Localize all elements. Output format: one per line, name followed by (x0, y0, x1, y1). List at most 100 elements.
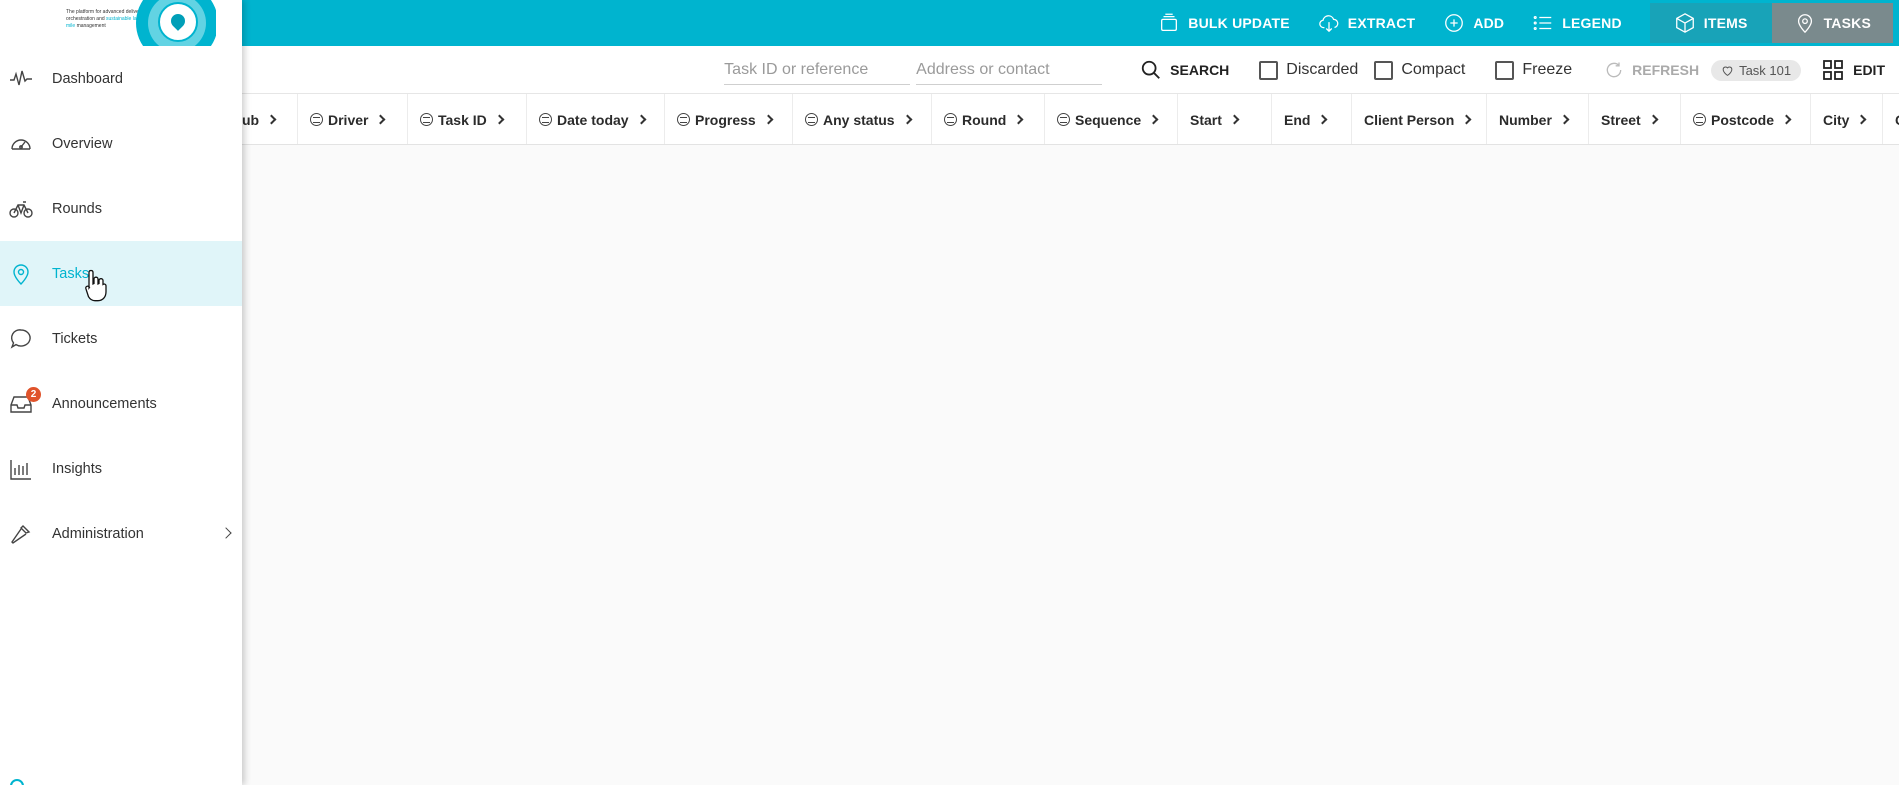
task-id-search-input[interactable] (724, 55, 911, 85)
search-button[interactable]: SEARCH (1130, 59, 1239, 81)
tasks-toggle-button[interactable]: TASKS (1771, 3, 1893, 43)
tagline-line-3: mile (66, 23, 76, 29)
column-header-label: Street (1601, 111, 1641, 128)
column-header-task-id[interactable]: Task ID (408, 94, 527, 144)
column-header-label: Any status (823, 111, 895, 128)
sidebar-item-administration[interactable]: Administration (0, 501, 242, 566)
chevron-right-icon (1148, 114, 1159, 125)
bar-chart-icon (9, 457, 33, 481)
filter-icon[interactable] (539, 113, 552, 126)
column-header-label: ub (242, 111, 260, 128)
column-header-country[interactable]: Co (1883, 94, 1899, 144)
sidebar-item-label: Dashboard (52, 70, 123, 87)
column-header-round[interactable]: Round (932, 94, 1045, 144)
column-header-label: City (1823, 111, 1850, 128)
sidebar-item-tickets[interactable]: Tickets (0, 306, 242, 371)
column-header-city[interactable]: City (1811, 94, 1883, 144)
chevron-right-icon (763, 114, 774, 125)
cube-icon (1675, 13, 1694, 33)
column-header-label: Start (1190, 111, 1222, 128)
column-header-number[interactable]: Number (1487, 94, 1589, 144)
sidebar-nav: The platform for advanced delivery orche… (0, 0, 242, 785)
column-header-label: Sequence (1075, 111, 1142, 128)
refresh-button[interactable]: REFRESH (1580, 60, 1707, 80)
column-header-status[interactable]: Any status (793, 94, 932, 144)
column-header-postcode[interactable]: Postcode (1681, 94, 1811, 144)
address-search-input[interactable] (916, 55, 1103, 85)
top-actions: BULK UPDATE EXTRACT ADD LEGEND ITEMS TAS… (1144, 0, 1899, 46)
column-header-date[interactable]: Date today (527, 94, 665, 144)
filter-toolbar: SEARCH Discarded Compact Freeze REFRESH … (242, 46, 1899, 94)
column-header-hub[interactable]: ub (242, 94, 298, 144)
list-icon (1533, 15, 1552, 31)
tasks-label: TASKS (1823, 15, 1871, 31)
chevron-right-icon (494, 114, 505, 125)
column-header-start[interactable]: Start (1178, 94, 1272, 144)
discarded-checkbox[interactable]: Discarded (1239, 60, 1366, 80)
tagline-line-1: The platform for advanced delivery (66, 9, 143, 15)
column-header-label: Driver (328, 111, 369, 128)
grid-icon (1823, 60, 1844, 80)
column-header-label: End (1284, 111, 1311, 128)
edit-layout-button[interactable]: EDIT (1811, 58, 1899, 82)
chevron-right-icon (636, 114, 647, 125)
sidebar-item-label: Administration (52, 525, 144, 542)
brand-logo[interactable]: The platform for advanced delivery orche… (64, 0, 216, 46)
map-pin-icon (9, 262, 33, 286)
column-header-progress[interactable]: Progress (665, 94, 793, 144)
discarded-label: Discarded (1286, 61, 1359, 78)
filter-icon[interactable] (310, 113, 323, 126)
sidebar-item-dashboard[interactable]: Dashboard (0, 46, 242, 111)
legend-button[interactable]: LEGEND (1518, 0, 1636, 46)
column-header-sequence[interactable]: Sequence (1045, 94, 1178, 144)
freeze-checkbox-box[interactable] (1495, 60, 1515, 80)
filter-icon[interactable] (1693, 113, 1706, 126)
chevron-right-icon (1013, 114, 1024, 125)
refresh-icon (1606, 62, 1622, 78)
sidebar-item-rounds[interactable]: Rounds (0, 176, 242, 241)
column-header-label: Postcode (1711, 111, 1775, 128)
chat-bubble-icon (9, 327, 33, 351)
sidebar-item-label: Rounds (52, 200, 102, 217)
filter-icon[interactable] (944, 113, 957, 126)
column-header-client-person[interactable]: Client Person (1352, 94, 1487, 144)
filter-icon[interactable] (677, 113, 690, 126)
sidebar-item-insights[interactable]: Insights (0, 436, 242, 501)
tagline-line-4: management (76, 23, 106, 29)
column-header-label: Client Person (1364, 111, 1455, 128)
notification-badge: 2 (26, 387, 41, 402)
add-label: ADD (1473, 15, 1505, 31)
filter-icon[interactable] (805, 113, 818, 126)
filter-toolbar-controls: SEARCH Discarded Compact Freeze REFRESH … (724, 46, 1899, 94)
bulk-update-button[interactable]: BULK UPDATE (1144, 0, 1304, 46)
chevron-right-icon (1781, 114, 1792, 125)
filter-icon[interactable] (420, 113, 433, 126)
search-icon (1142, 60, 1161, 79)
items-toggle-button[interactable]: ITEMS (1649, 3, 1772, 43)
search-label: SEARCH (1170, 62, 1230, 78)
filter-icon[interactable] (1057, 113, 1070, 126)
column-header-street[interactable]: Street (1589, 94, 1681, 144)
gauge-icon (9, 132, 33, 156)
sidebar-item-announcements[interactable]: 2 Announcements (0, 371, 242, 436)
sidebar-item-tasks[interactable]: Tasks (0, 241, 242, 306)
compact-label: Compact (1401, 61, 1466, 78)
column-header-label: Round (962, 111, 1007, 128)
extract-button[interactable]: EXTRACT (1304, 0, 1430, 46)
sidebar-item-overview[interactable]: Overview (0, 111, 242, 176)
compact-checkbox[interactable]: Compact (1366, 60, 1473, 80)
extract-label: EXTRACT (1347, 15, 1416, 31)
saved-view-chip[interactable]: Task 101 (1711, 59, 1802, 81)
chevron-right-icon (902, 114, 913, 125)
freeze-checkbox[interactable]: Freeze (1473, 60, 1580, 80)
column-header-end[interactable]: End (1272, 94, 1352, 144)
plus-circle-icon (1445, 14, 1464, 32)
sidebar-item-label: Announcements (52, 395, 157, 412)
discarded-checkbox-box[interactable] (1259, 60, 1279, 80)
column-header-driver[interactable]: Driver (298, 94, 408, 144)
compact-checkbox-box[interactable] (1374, 60, 1394, 80)
bulk-update-label: BULK UPDATE (1188, 15, 1290, 31)
add-button[interactable]: ADD (1429, 0, 1518, 46)
chevron-right-icon (1318, 114, 1328, 125)
chevron-right-icon (1857, 114, 1867, 125)
